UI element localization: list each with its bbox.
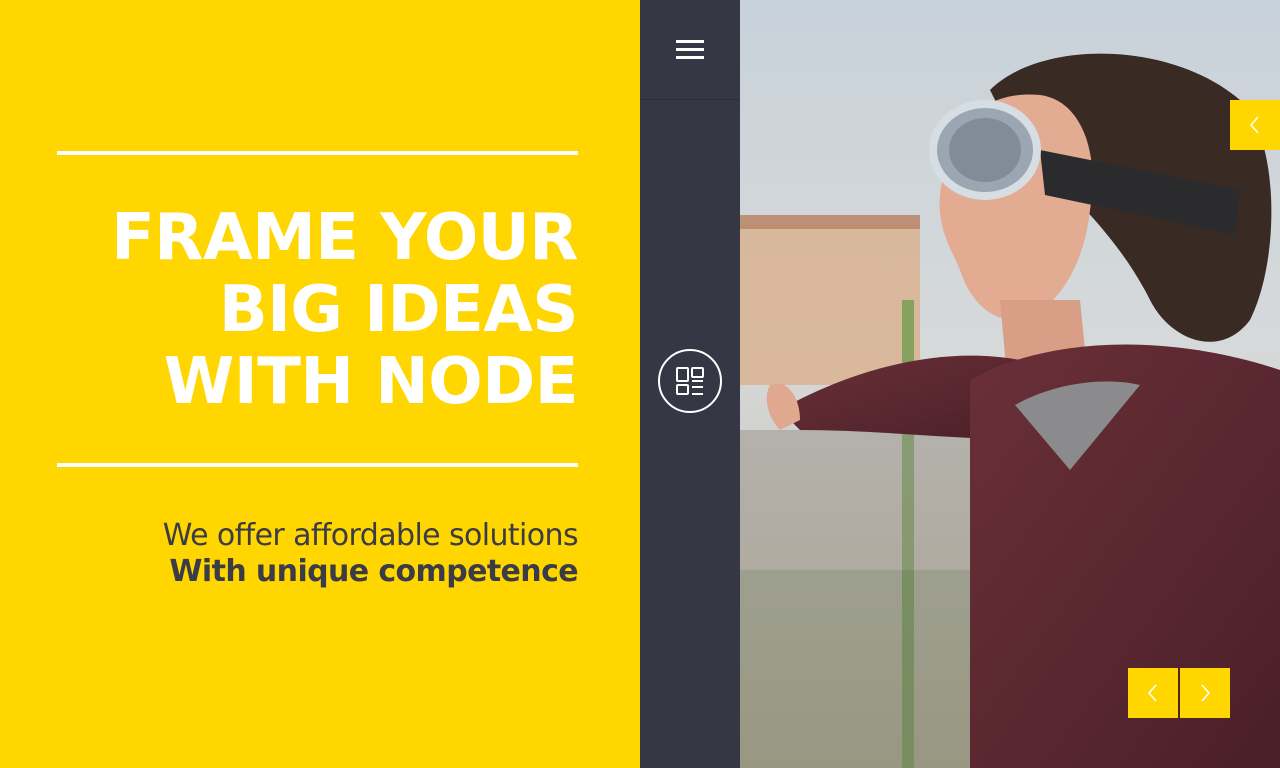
menu-button[interactable] bbox=[640, 0, 740, 100]
layout-button[interactable] bbox=[658, 349, 722, 413]
photo-illustration bbox=[740, 0, 1280, 768]
hero-photo bbox=[740, 0, 1280, 768]
headline-line-2: BIG IDEAS bbox=[218, 273, 579, 347]
headline-line-3: WITH NODE bbox=[163, 345, 579, 419]
bottom-divider bbox=[57, 463, 578, 467]
chevron-left-icon bbox=[1249, 116, 1259, 134]
slide-prev-top-button[interactable] bbox=[1230, 100, 1280, 150]
chevron-right-icon bbox=[1201, 684, 1211, 702]
slide-next-button[interactable] bbox=[1180, 668, 1230, 718]
hero-tagline: We offer affordable solutions With uniqu… bbox=[162, 518, 579, 590]
tagline-bold: With unique competence bbox=[169, 554, 578, 589]
hero-headline: FRAME YOUR BIG IDEAS WITH NODE bbox=[111, 202, 578, 418]
sidebar bbox=[640, 0, 740, 768]
hero-panel: FRAME YOUR BIG IDEAS WITH NODE We offer … bbox=[0, 0, 640, 768]
tagline-light: We offer affordable solutions bbox=[162, 518, 579, 553]
top-divider bbox=[57, 151, 578, 155]
slide-prev-button[interactable] bbox=[1128, 668, 1178, 718]
layout-grid-icon bbox=[676, 367, 704, 395]
chevron-left-icon bbox=[1147, 684, 1157, 702]
headline-line-1: FRAME YOUR bbox=[111, 201, 578, 275]
